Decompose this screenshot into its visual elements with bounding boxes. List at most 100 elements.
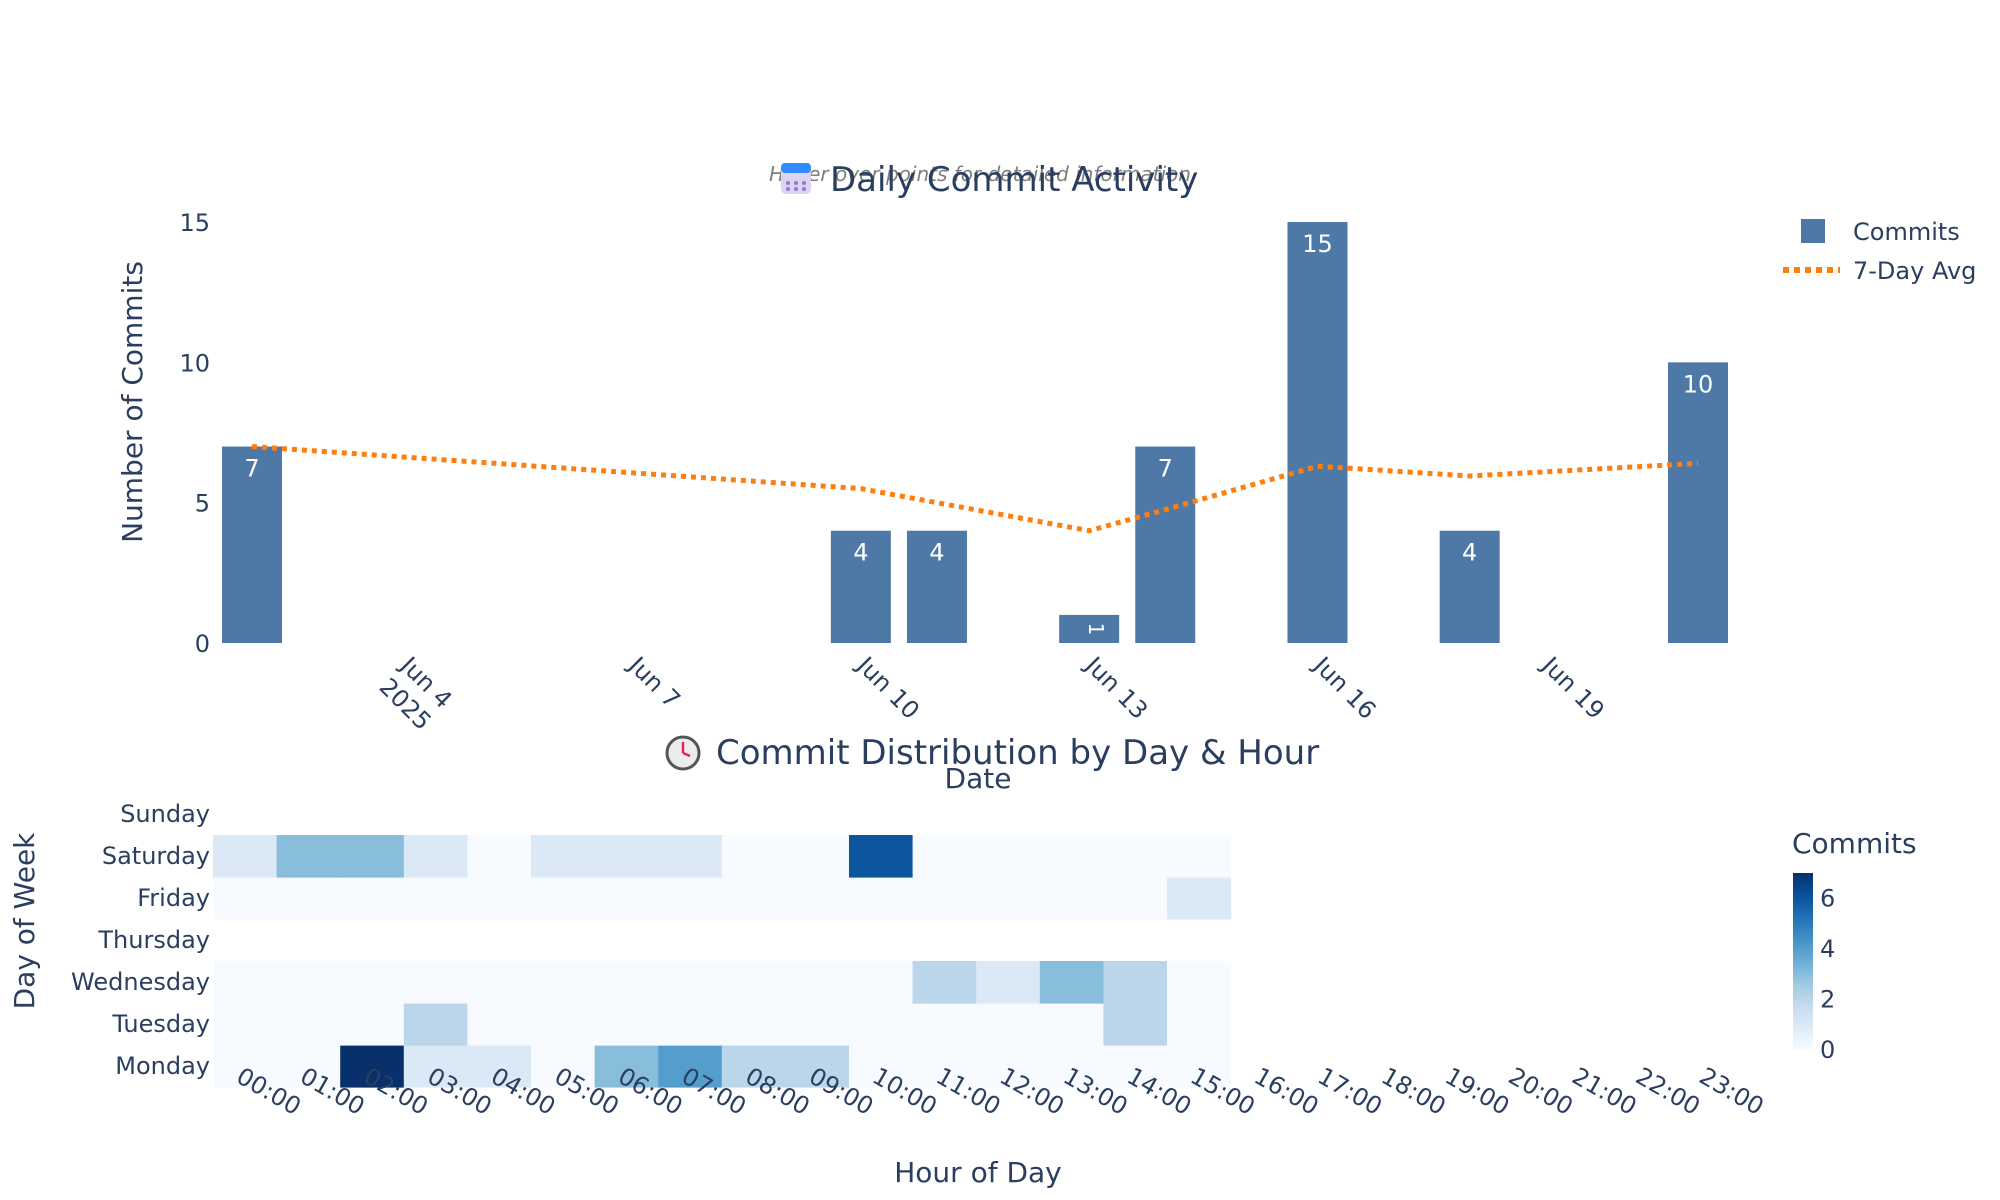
avg-line	[251, 444, 1699, 534]
heatmap-cell	[340, 877, 405, 920]
heatmap-x-tick-label: 20:00	[1504, 1062, 1578, 1121]
heatmap-cell	[912, 877, 977, 920]
bar-chart-title: Daily Commit Activity	[830, 160, 1198, 200]
heatmap-cell	[1103, 961, 1168, 1004]
heatmap-cell	[721, 1003, 786, 1046]
heatmap-y-ticks: Monday Tuesday Wednesday Thursday Friday Satu…	[71, 800, 210, 1080]
heatmap-y-tick-label: Sunday	[120, 800, 210, 828]
heatmap-cell	[721, 961, 786, 1004]
x-tick-label: Jun 42025	[372, 650, 458, 736]
colorbar: Commits 0 2 4 6	[1792, 827, 1917, 1064]
heatmap-x-tick-label: 16:00	[1249, 1062, 1323, 1121]
heatmap-cell	[912, 835, 977, 878]
x-tick-label: Jun 13	[1079, 650, 1154, 725]
clock-icon	[665, 735, 701, 771]
heatmap-cell	[467, 877, 532, 920]
heatmap-x-tick-label: 19:00	[1440, 1062, 1514, 1121]
heatmap-y-tick-label: Monday	[115, 1052, 210, 1080]
heatmap-y-tick-label: Tuesday	[111, 1010, 210, 1038]
heatmap-cell	[1167, 835, 1232, 878]
heatmap-cell	[658, 835, 723, 878]
colorbar-title: Commits	[1792, 827, 1917, 860]
bar-data-label: 10	[1683, 370, 1714, 398]
heatmap-cell	[721, 877, 786, 920]
heatmap-cell	[1167, 961, 1232, 1004]
x-tick-label: Jun 7	[622, 650, 686, 714]
heatmap-cell	[1167, 1003, 1232, 1046]
daily-commit-chart: 051015 Jun 42025 Jun 7 Jun 10 Jun 13 Jun 16 J…	[116, 160, 1976, 795]
heatmap-cell	[1039, 961, 1104, 1004]
heatmap-cell	[976, 961, 1041, 1004]
x-tick-line: Jun 13	[1079, 650, 1154, 725]
heatmap-y-tick-label: Thursday	[97, 926, 210, 954]
heatmap-y-tick-label: Wednesday	[71, 968, 210, 996]
y-tick-label: 0	[195, 630, 210, 658]
heatmap-cell	[276, 961, 341, 1004]
heatmap-cell	[785, 1003, 850, 1046]
heatmap-cell	[403, 961, 468, 1004]
commit-heatmap: Monday Tuesday Wednesday Thursday Friday Satu…	[8, 733, 1917, 1189]
heatmap-cell	[467, 835, 532, 878]
heatmap-cell	[213, 961, 278, 1004]
y-tick-label: 15	[179, 209, 210, 237]
legend-label-commits: Commits	[1853, 218, 1960, 246]
heatmap-cell	[276, 877, 341, 920]
colorbar-tick-label: 0	[1820, 1036, 1835, 1064]
bar-data-label: 7	[244, 455, 259, 483]
heatmap-cell	[1039, 1003, 1104, 1046]
heatmap-cell	[976, 877, 1041, 920]
heatmap-cell	[213, 835, 278, 878]
heatmap-x-tick-label: 23:00	[1695, 1062, 1769, 1121]
heatmap-cell	[276, 1003, 341, 1046]
heatmap-cell	[785, 877, 850, 920]
heatmap-x-tick-label: 22:00	[1631, 1062, 1705, 1121]
x-tick-line: Jun 16	[1307, 650, 1382, 725]
heatmap-cell	[849, 835, 914, 878]
heatmap-cell	[658, 1003, 723, 1046]
heatmap-cell	[721, 835, 786, 878]
x-tick-label: Jun 19	[1535, 650, 1610, 725]
heatmap-cell	[1103, 877, 1168, 920]
bar	[1287, 222, 1348, 643]
bar-data-label: 15	[1302, 230, 1333, 258]
x-tick-line: Jun 7	[622, 650, 686, 714]
heatmap-cell	[976, 1003, 1041, 1046]
heatmap-cell	[849, 877, 914, 920]
heatmap-cell	[213, 1003, 278, 1046]
colorbar-ticks: 0 2 4 6	[1820, 884, 1835, 1064]
heatmap-x-axis-label: Hour of Day	[894, 1156, 1062, 1189]
heatmap-x-tick-label: 17:00	[1313, 1062, 1387, 1121]
heatmap-cell	[594, 835, 659, 878]
legend-item-commits[interactable]: Commits	[1801, 218, 1960, 246]
bar-gridlines	[213, 221, 1755, 644]
heatmap-cell	[658, 961, 723, 1004]
heatmap-cell	[531, 961, 596, 1004]
heatmap-cell	[340, 1003, 405, 1046]
heatmap-cell	[594, 877, 659, 920]
colorbar-tick-label: 2	[1820, 985, 1835, 1013]
heatmap-cell	[594, 1003, 659, 1046]
heatmap-title: Commit Distribution by Day & Hour	[716, 733, 1319, 773]
heatmap-cell	[594, 961, 659, 1004]
heatmap-cell	[1039, 877, 1104, 920]
heatmap-cell	[403, 835, 468, 878]
heatmap-cell	[658, 877, 723, 920]
heatmap-cell	[785, 835, 850, 878]
bar-data-label: 4	[929, 539, 944, 567]
bar	[1668, 362, 1728, 643]
legend-label-avg: 7-Day Avg	[1853, 257, 1976, 285]
heatmap-cell	[531, 877, 596, 920]
heatmap-cell	[849, 961, 914, 1004]
heatmap-x-tick-label: 18:00	[1377, 1062, 1451, 1121]
bar-x-ticks: Jun 42025 Jun 7 Jun 10 Jun 13 Jun 16 Jun 19	[372, 650, 1610, 736]
x-tick-line: Jun 19	[1535, 650, 1610, 725]
legend-item-avg[interactable]: 7-Day Avg	[1783, 257, 1976, 285]
heatmap-cell	[531, 835, 596, 878]
heatmap-cell	[467, 1003, 532, 1046]
y-tick-label: 10	[179, 349, 210, 377]
bar-data-label: 7	[1158, 455, 1173, 483]
heatmap-y-tick-label: Friday	[137, 884, 210, 912]
heatmap-cell	[1103, 835, 1168, 878]
heatmap-cell	[467, 961, 532, 1004]
heatmap-cell	[785, 961, 850, 1004]
